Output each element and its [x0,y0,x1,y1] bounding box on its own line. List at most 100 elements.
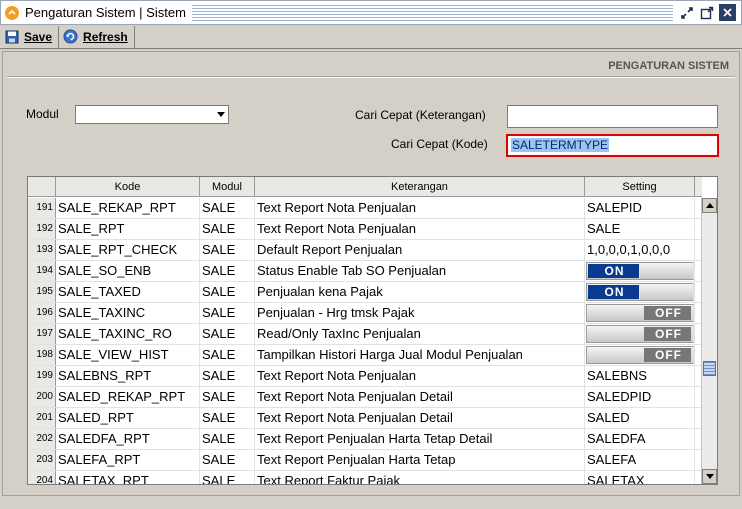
setting-toggle-on[interactable]: ON [586,283,694,301]
setting-toggle-off[interactable]: OFF [586,325,694,343]
cell-keterangan[interactable]: Text Report Nota Penjualan Detail [255,387,585,407]
restore-icon[interactable] [679,5,695,21]
column-header-keterangan[interactable]: Keterangan [255,177,585,196]
table-row[interactable]: 203 SALEFA_RPT SALE Text Report Penjualan H… [28,450,702,471]
cell-modul[interactable]: SALE [200,345,255,365]
table-row[interactable]: 202 SALEDFA_RPT SALE Text Report Penjualan … [28,429,702,450]
cell-keterangan[interactable]: Text Report Penjualan Harta Tetap [255,450,585,470]
cell-setting[interactable]: SALEPID [585,198,695,218]
table-row[interactable]: 198 SALE_VIEW_HIST SALE Tampilkan Histori H… [28,345,702,366]
cell-keterangan[interactable]: Penjualan kena Pajak [255,282,585,302]
column-header-modul[interactable]: Modul [200,177,255,196]
setting-toggle-off[interactable]: OFF [586,304,694,322]
cell-setting-toggle[interactable]: OFF [585,345,695,365]
vertical-scrollbar[interactable] [701,198,717,484]
cell-setting[interactable]: SALEBNS [585,366,695,386]
cell-kode[interactable]: SALE_TAXED [56,282,200,302]
section-divider [7,76,735,78]
scroll-thumb[interactable] [703,361,716,376]
cell-kode[interactable]: SALE_TAXINC_RO [56,324,200,344]
table-row[interactable]: 194 SALE_SO_ENB SALE Status Enable Tab SO P… [28,261,702,282]
cell-kode[interactable]: SALEDFA_RPT [56,429,200,449]
column-header-setting[interactable]: Setting [585,177,695,196]
table-row[interactable]: 195 SALE_TAXED SALE Penjualan kena Pajak ON [28,282,702,303]
cell-kode[interactable]: SALED_REKAP_RPT [56,387,200,407]
cell-kode[interactable]: SALE_RPT_CHECK [56,240,200,260]
row-number: 200 [28,387,56,407]
cell-modul[interactable]: SALE [200,408,255,428]
cell-kode[interactable]: SALE_REKAP_RPT [56,198,200,218]
save-button[interactable]: Save [0,25,60,48]
cell-setting[interactable]: SALE [585,219,695,239]
cell-kode[interactable]: SALEFA_RPT [56,450,200,470]
cell-modul[interactable]: SALE [200,198,255,218]
cell-setting-toggle[interactable]: ON [585,261,695,281]
cell-keterangan[interactable]: Text Report Nota Penjualan [255,366,585,386]
cell-keterangan[interactable]: Text Report Nota Penjualan Detail [255,408,585,428]
cell-keterangan[interactable]: Read/Only TaxInc Penjualan [255,324,585,344]
table-row[interactable]: 197 SALE_TAXINC_RO SALE Read/Only TaxInc Pe… [28,324,702,345]
row-number-header [28,177,56,196]
cell-modul[interactable]: SALE [200,429,255,449]
window-title: Pengaturan Sistem | Sistem [25,5,186,20]
table-row[interactable]: 199 SALEBNS_RPT SALE Text Report Nota Penju… [28,366,702,387]
row-number: 204 [28,471,56,484]
cell-setting[interactable]: SALEFA [585,450,695,470]
cell-modul[interactable]: SALE [200,450,255,470]
cell-modul[interactable]: SALE [200,366,255,386]
cell-keterangan[interactable]: Text Report Faktur Pajak [255,471,585,484]
table-row[interactable]: 193 SALE_RPT_CHECK SALE Default Report Penj… [28,240,702,261]
row-number: 194 [28,261,56,281]
cell-setting-toggle[interactable]: ON [585,282,695,302]
cell-setting[interactable]: SALETAX [585,471,695,484]
cell-kode[interactable]: SALED_RPT [56,408,200,428]
cell-setting[interactable]: SALED [585,408,695,428]
close-icon[interactable] [719,4,736,21]
column-header-kode[interactable]: Kode [56,177,200,196]
row-number: 203 [28,450,56,470]
cell-setting[interactable]: SALEDPID [585,387,695,407]
cell-modul[interactable]: SALE [200,387,255,407]
table-row[interactable]: 196 SALE_TAXINC SALE Penjualan - Hrg tmsk P… [28,303,702,324]
table-row[interactable]: 201 SALED_RPT SALE Text Report Nota Penjual… [28,408,702,429]
cell-modul[interactable]: SALE [200,282,255,302]
table-row[interactable]: 191 SALE_REKAP_RPT SALE Text Report Nota Pe… [28,198,702,219]
cell-keterangan[interactable]: Status Enable Tab SO Penjualan [255,261,585,281]
cell-keterangan[interactable]: Penjualan - Hrg tmsk Pajak [255,303,585,323]
modul-select[interactable] [75,105,229,124]
cell-modul[interactable]: SALE [200,219,255,239]
row-number: 193 [28,240,56,260]
table-row[interactable]: 204 SALETAX_RPT SALE Text Report Faktur Paj… [28,471,702,484]
table-row[interactable]: 192 SALE_RPT SALE Text Report Nota Penjuala… [28,219,702,240]
cell-modul[interactable]: SALE [200,261,255,281]
cell-kode[interactable]: SALE_SO_ENB [56,261,200,281]
cell-keterangan[interactable]: Text Report Nota Penjualan [255,219,585,239]
cell-keterangan[interactable]: Text Report Nota Penjualan [255,198,585,218]
refresh-button[interactable]: Refresh [59,25,135,48]
maximize-icon[interactable] [699,5,715,21]
cell-kode[interactable]: SALE_VIEW_HIST [56,345,200,365]
cell-modul[interactable]: SALE [200,471,255,484]
cell-keterangan[interactable]: Default Report Penjualan [255,240,585,260]
search-desc-input[interactable] [507,105,718,128]
table-row[interactable]: 200 SALED_REKAP_RPT SALE Text Report Nota P… [28,387,702,408]
cell-setting-toggle[interactable]: OFF [585,324,695,344]
scroll-down-button[interactable] [702,469,717,484]
setting-toggle-on[interactable]: ON [586,262,694,280]
cell-setting-toggle[interactable]: OFF [585,303,695,323]
cell-kode[interactable]: SALE_TAXINC [56,303,200,323]
setting-toggle-off[interactable]: OFF [586,346,694,364]
cell-kode[interactable]: SALEBNS_RPT [56,366,200,386]
cell-modul[interactable]: SALE [200,303,255,323]
cell-keterangan[interactable]: Text Report Penjualan Harta Tetap Detail [255,429,585,449]
cell-kode[interactable]: SALETAX_RPT [56,471,200,484]
scroll-up-button[interactable] [702,198,717,213]
cell-kode[interactable]: SALE_RPT [56,219,200,239]
cell-setting[interactable]: SALEDFA [585,429,695,449]
cell-modul[interactable]: SALE [200,240,255,260]
cell-keterangan[interactable]: Tampilkan Histori Harga Jual Modul Penju… [255,345,585,365]
search-code-input[interactable]: SALETERMTYPE [506,134,719,157]
cell-setting[interactable]: 1,0,0,0,1,0,0,0 [585,240,695,260]
cell-modul[interactable]: SALE [200,324,255,344]
toggle-knob: OFF [644,327,692,341]
